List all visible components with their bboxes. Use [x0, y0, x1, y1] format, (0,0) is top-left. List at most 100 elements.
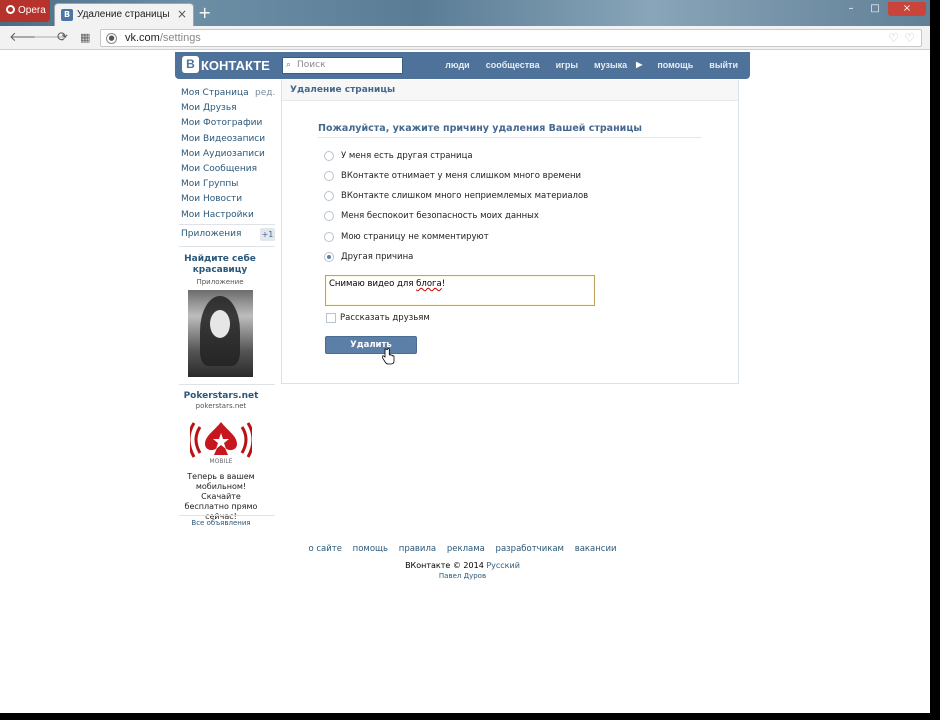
delete-page-button[interactable]: Удалить страницу: [325, 336, 417, 366]
divider: [318, 137, 702, 138]
ad-beauty[interactable]: Найдите себе красавицу Приложение: [178, 254, 262, 377]
top-menu-people[interactable]: люди: [445, 60, 470, 70]
top-menu-help[interactable]: помощь: [657, 60, 693, 70]
reason-text-misspelled: блога: [416, 279, 442, 289]
top-menu-games[interactable]: игры: [556, 60, 578, 70]
panel-title: Удаление страницы: [282, 80, 738, 101]
page-footer: о сайте помощь правила реклама разработч…: [175, 544, 750, 580]
reason-label: Другая причина: [341, 252, 414, 262]
opera-logo-icon: [6, 5, 15, 14]
url-host: vk.com: [125, 32, 160, 44]
heart-icon[interactable]: ♡: [904, 31, 915, 45]
footer-link-rules[interactable]: правила: [399, 544, 436, 554]
tell-friends-label: Рассказать друзьям: [340, 313, 430, 323]
radio-button-checked[interactable]: [324, 252, 334, 262]
logo-caption: MOBILE: [210, 458, 233, 465]
left-nav-audio[interactable]: Мои Аудиозаписи: [181, 147, 276, 162]
ad-photo[interactable]: [188, 290, 253, 377]
globe-icon: ●: [106, 33, 117, 44]
pokerstars-logo-icon[interactable]: MOBILE: [190, 419, 252, 465]
left-nav-settings[interactable]: Мои Настройки: [181, 208, 276, 223]
browser-navbar: 🡐 🡒 ⟳ ▦ ● vk.com/settings ♡ ♡: [0, 26, 930, 50]
tab-close-icon[interactable]: ×: [177, 7, 187, 21]
search-placeholder: Поиск: [297, 60, 326, 70]
opera-menu-button[interactable]: Opera: [0, 0, 50, 22]
footer-link-developers[interactable]: разработчикам: [496, 544, 564, 554]
footer-link-ads[interactable]: реклама: [447, 544, 485, 554]
browser-titlebar: Opera В Удаление страницы × + – □ ×: [0, 0, 930, 26]
left-nav-photos[interactable]: Мои Фотографии: [181, 116, 276, 131]
ad-title: Pokerstars.net: [183, 391, 259, 401]
footer-link-jobs[interactable]: вакансии: [575, 544, 617, 554]
reason-prompt: Пожалуйста, укажите причину удаления Ваш…: [318, 123, 642, 134]
photo-face: [210, 310, 230, 338]
tell-friends-checkbox[interactable]: [326, 313, 336, 323]
left-nav-apps[interactable]: Приложения +1: [181, 228, 276, 242]
top-menu-music[interactable]: музыка: [594, 60, 627, 70]
left-nav-videos[interactable]: Мои Видеозаписи: [181, 132, 276, 147]
reload-icon[interactable]: ⟳: [57, 30, 68, 45]
minimize-button[interactable]: –: [840, 2, 862, 16]
footer-link-help[interactable]: помощь: [353, 544, 388, 554]
search-icon: ⌕: [286, 60, 292, 70]
play-icon[interactable]: ▶: [636, 60, 642, 70]
radio-button[interactable]: [324, 171, 334, 181]
top-menu-logout[interactable]: выйти: [709, 60, 738, 70]
delete-page-panel: Удаление страницы Пожалуйста, укажите пр…: [281, 80, 739, 384]
left-nav-news[interactable]: Мои Новости: [181, 192, 276, 207]
vk-header: В КОНТАКТЕ ⌕ Поиск люди сообщества игры му…: [175, 52, 750, 79]
window-close-button[interactable]: ×: [888, 2, 926, 16]
radio-button[interactable]: [324, 211, 334, 221]
vk-logo-badge: В: [182, 56, 199, 73]
vk-favicon-icon: В: [61, 9, 73, 21]
footer-link-about[interactable]: о сайте: [308, 544, 342, 554]
ad-pokerstars[interactable]: Pokerstars.net pokerstars.net MOBILE Теп…: [178, 391, 264, 521]
window-controls: – □ ×: [840, 2, 926, 16]
reason-label: ВКонтакте отнимает у меня слишком много …: [341, 171, 582, 181]
apps-badge: +1: [260, 228, 275, 241]
all-ads-link[interactable]: Все объявления: [178, 519, 264, 527]
footer-links: о сайте помощь правила реклама разработч…: [175, 544, 750, 554]
ad-subtitle: pokerstars.net: [195, 402, 247, 410]
ad-subtitle: Приложение: [196, 278, 244, 286]
reason-label: Мою страницу не комментируют: [341, 232, 489, 242]
radio-button[interactable]: [324, 191, 334, 201]
radio-button[interactable]: [324, 151, 334, 161]
search-input[interactable]: ⌕ Поиск: [282, 57, 403, 74]
author-link[interactable]: Павел Дуров: [175, 572, 750, 580]
left-nav-groups[interactable]: Мои Группы: [181, 177, 276, 192]
top-menu: люди сообщества игры музыка ▶ помощь вый…: [429, 60, 738, 70]
reason-label: Меня беспокоит безопасность моих данных: [341, 211, 539, 221]
address-url: vk.com/settings: [125, 32, 201, 44]
reason-textarea[interactable]: Снимаю видео для блога!: [325, 275, 595, 306]
divider: [179, 246, 275, 247]
url-path: /settings: [159, 32, 201, 44]
reason-text-end: !: [441, 279, 446, 289]
new-tab-button[interactable]: +: [198, 3, 211, 22]
reason-label: ВКонтакте слишком много неприемлемых мат…: [341, 191, 589, 201]
left-nav-messages[interactable]: Мои Сообщения: [181, 162, 276, 177]
reason-text: Снимаю видео для: [329, 279, 417, 289]
divider: [179, 384, 275, 385]
language-link[interactable]: Русский: [486, 561, 520, 570]
edit-link[interactable]: ред.: [255, 86, 275, 101]
address-bar[interactable]: ● vk.com/settings ♡ ♡: [100, 29, 922, 47]
top-menu-communities[interactable]: сообщества: [486, 60, 540, 70]
speed-dial-icon[interactable]: ▦: [80, 30, 90, 45]
maximize-button[interactable]: □: [864, 2, 886, 16]
vk-logo-text: КОНТАКТЕ: [201, 58, 270, 73]
left-nav-friends[interactable]: Мои Друзья: [181, 101, 276, 116]
browser-tab[interactable]: В Удаление страницы ×: [54, 3, 194, 26]
left-nav-my-page[interactable]: Моя Страница ред.: [181, 86, 276, 101]
radio-button[interactable]: [324, 232, 334, 242]
browser-window: Opera В Удаление страницы × + – □ × 🡐 🡒 …: [0, 0, 930, 713]
bookmark-icon[interactable]: ♡: [888, 31, 899, 45]
copyright-text: ВКонтакте © 2014: [405, 561, 484, 570]
divider: [179, 224, 275, 225]
left-nav-label: Моя Страница: [181, 88, 249, 98]
vk-logo[interactable]: В КОНТАКТЕ: [182, 56, 270, 75]
hand-cursor-icon: [382, 348, 395, 365]
tab-title: Удаление страницы: [77, 9, 170, 20]
opera-menu-label: Opera: [18, 5, 46, 16]
apps-label: Приложения: [181, 229, 242, 239]
